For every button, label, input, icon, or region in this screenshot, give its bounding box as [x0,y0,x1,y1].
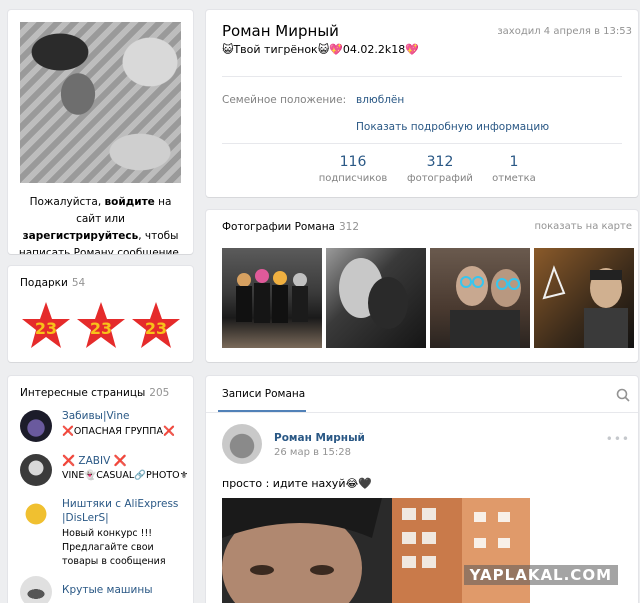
more-icon[interactable]: ••• [606,432,630,446]
pages-count: 205 [149,387,170,399]
stat-tags[interactable]: 1 отметка [474,154,554,184]
stat-followers[interactable]: 116 подписчиков [313,154,393,184]
photo-thumbnail[interactable] [534,248,634,348]
gift-label: 23 [35,319,57,338]
pages-title: Интересные страницы [20,387,146,399]
page-description: VINE👻CASUAL🔗PHOTO⚜ [62,470,189,481]
login-prompt: Пожалуйста, войдите на сайт или зарегист… [16,194,185,254]
stat-number: 1 [509,154,519,170]
gift-star-icon[interactable]: 23 [20,300,72,352]
prompt-text-1: Пожалуйста, [29,196,105,208]
pages-header[interactable]: Интересные страницы 205 [20,387,169,399]
photo-thumbnail[interactable] [326,248,426,348]
stat-photos[interactable]: 312 фотографий [400,154,480,184]
page-description-line3: товары в сообщения [62,556,166,567]
page-avatar[interactable] [20,498,52,530]
divider [222,143,622,144]
photos-count: 312 [339,221,360,233]
profile-name: Роман Мирный [222,22,339,40]
page-name[interactable]: ❌ ZABIV ❌ [62,454,127,467]
profile-avatar[interactable] [20,22,181,183]
search-icon[interactable] [616,388,630,402]
tab-wall-posts[interactable]: Записи Романа [222,388,305,400]
post-photo[interactable] [222,498,530,603]
page-description: Новый конкурс !!! [62,528,153,539]
watermark: YAPLAKAL.COM [463,565,618,585]
gift-label: 23 [90,319,112,338]
post-date[interactable]: 26 мар в 15:28 [274,447,351,458]
stat-number: 312 [426,154,454,170]
page-name-line2[interactable]: |DisLerS| [62,512,109,524]
page-description: ❌ОПАСНАЯ ГРУППА❌ [62,426,175,437]
page-avatar[interactable] [20,410,52,442]
divider [206,412,638,413]
photos-title: Фотографии Романа [222,221,335,233]
photos-header[interactable]: Фотографии Романа 312 [222,221,359,233]
post-text: просто : идите нахуй😂🖤 [222,477,373,490]
page-name[interactable]: Ништяки с AliExpress [62,498,178,510]
gift-star-icon[interactable]: 23 [75,300,127,352]
stat-label: отметка [492,173,536,184]
stat-label: подписчиков [318,173,388,184]
interesting-pages-card: Интересные страницы 205 Забивы|Vine ❌ОПАС… [8,376,193,603]
page-avatar[interactable] [20,576,52,603]
photo-thumbnail[interactable] [222,248,322,348]
gifts-header[interactable]: Подарки 54 [20,277,85,289]
stat-number: 116 [339,154,367,170]
gift-label: 23 [145,319,167,338]
page-name[interactable]: Крутые машины [62,584,152,596]
photo-thumbnail[interactable] [430,248,530,348]
post-author-name[interactable]: Роман Мирный [274,432,365,444]
login-link[interactable]: войдите [105,196,155,208]
page-description-line2: Предлагайте свои [62,542,154,553]
stat-label: фотографий [407,173,473,184]
show-on-map-link[interactable]: показать на карте [534,221,632,232]
photos-card: Фотографии Романа 312 показать на карте [206,210,638,362]
divider [222,76,622,77]
show-details-link[interactable]: Показать подробную информацию [356,121,549,133]
register-link[interactable]: зарегистрируйтесь [23,230,139,242]
gifts-count: 54 [71,277,86,289]
gifts-title: Подарки [20,277,68,289]
relation-label: Семейное положение: [222,94,347,106]
page-avatar[interactable] [20,454,52,486]
gifts-card[interactable]: Подарки 54 23 23 23 [8,266,193,362]
profile-info-card: Роман Мирный заходил 4 апреля в 13:53 😺Т… [206,10,638,197]
last-seen: заходил 4 апреля в 13:53 [497,26,632,37]
relation-value[interactable]: влюблён [356,94,404,106]
post-author-avatar[interactable] [222,424,262,464]
profile-status: 😺Твой тигрёнок😺💖04.02.2k18💖 [222,43,419,56]
page-name[interactable]: Забивы|Vine [62,410,129,422]
gift-star-icon[interactable]: 23 [130,300,182,352]
avatar-card: Пожалуйста, войдите на сайт или зарегист… [8,10,193,254]
